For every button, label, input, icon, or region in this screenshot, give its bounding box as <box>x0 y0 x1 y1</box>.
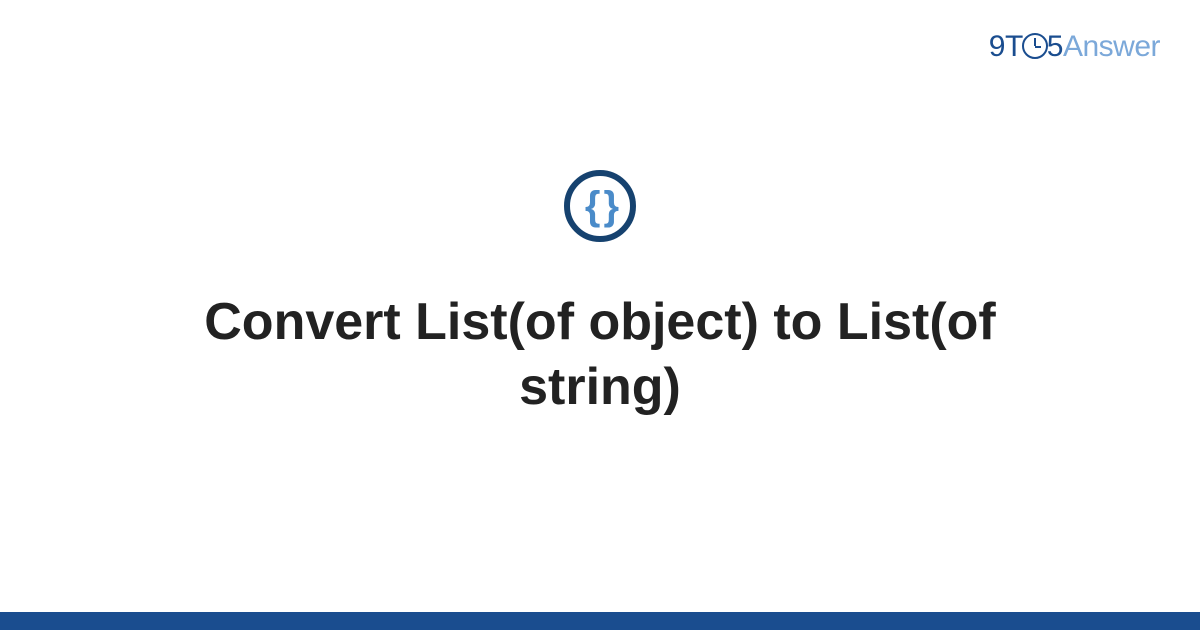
page-title: Convert List(of object) to List(of strin… <box>120 290 1080 420</box>
braces-symbol: { } <box>585 186 615 226</box>
code-braces-icon: { } <box>564 170 636 242</box>
footer-accent-bar <box>0 612 1200 630</box>
main-content: { } Convert List(of object) to List(of s… <box>0 0 1200 630</box>
